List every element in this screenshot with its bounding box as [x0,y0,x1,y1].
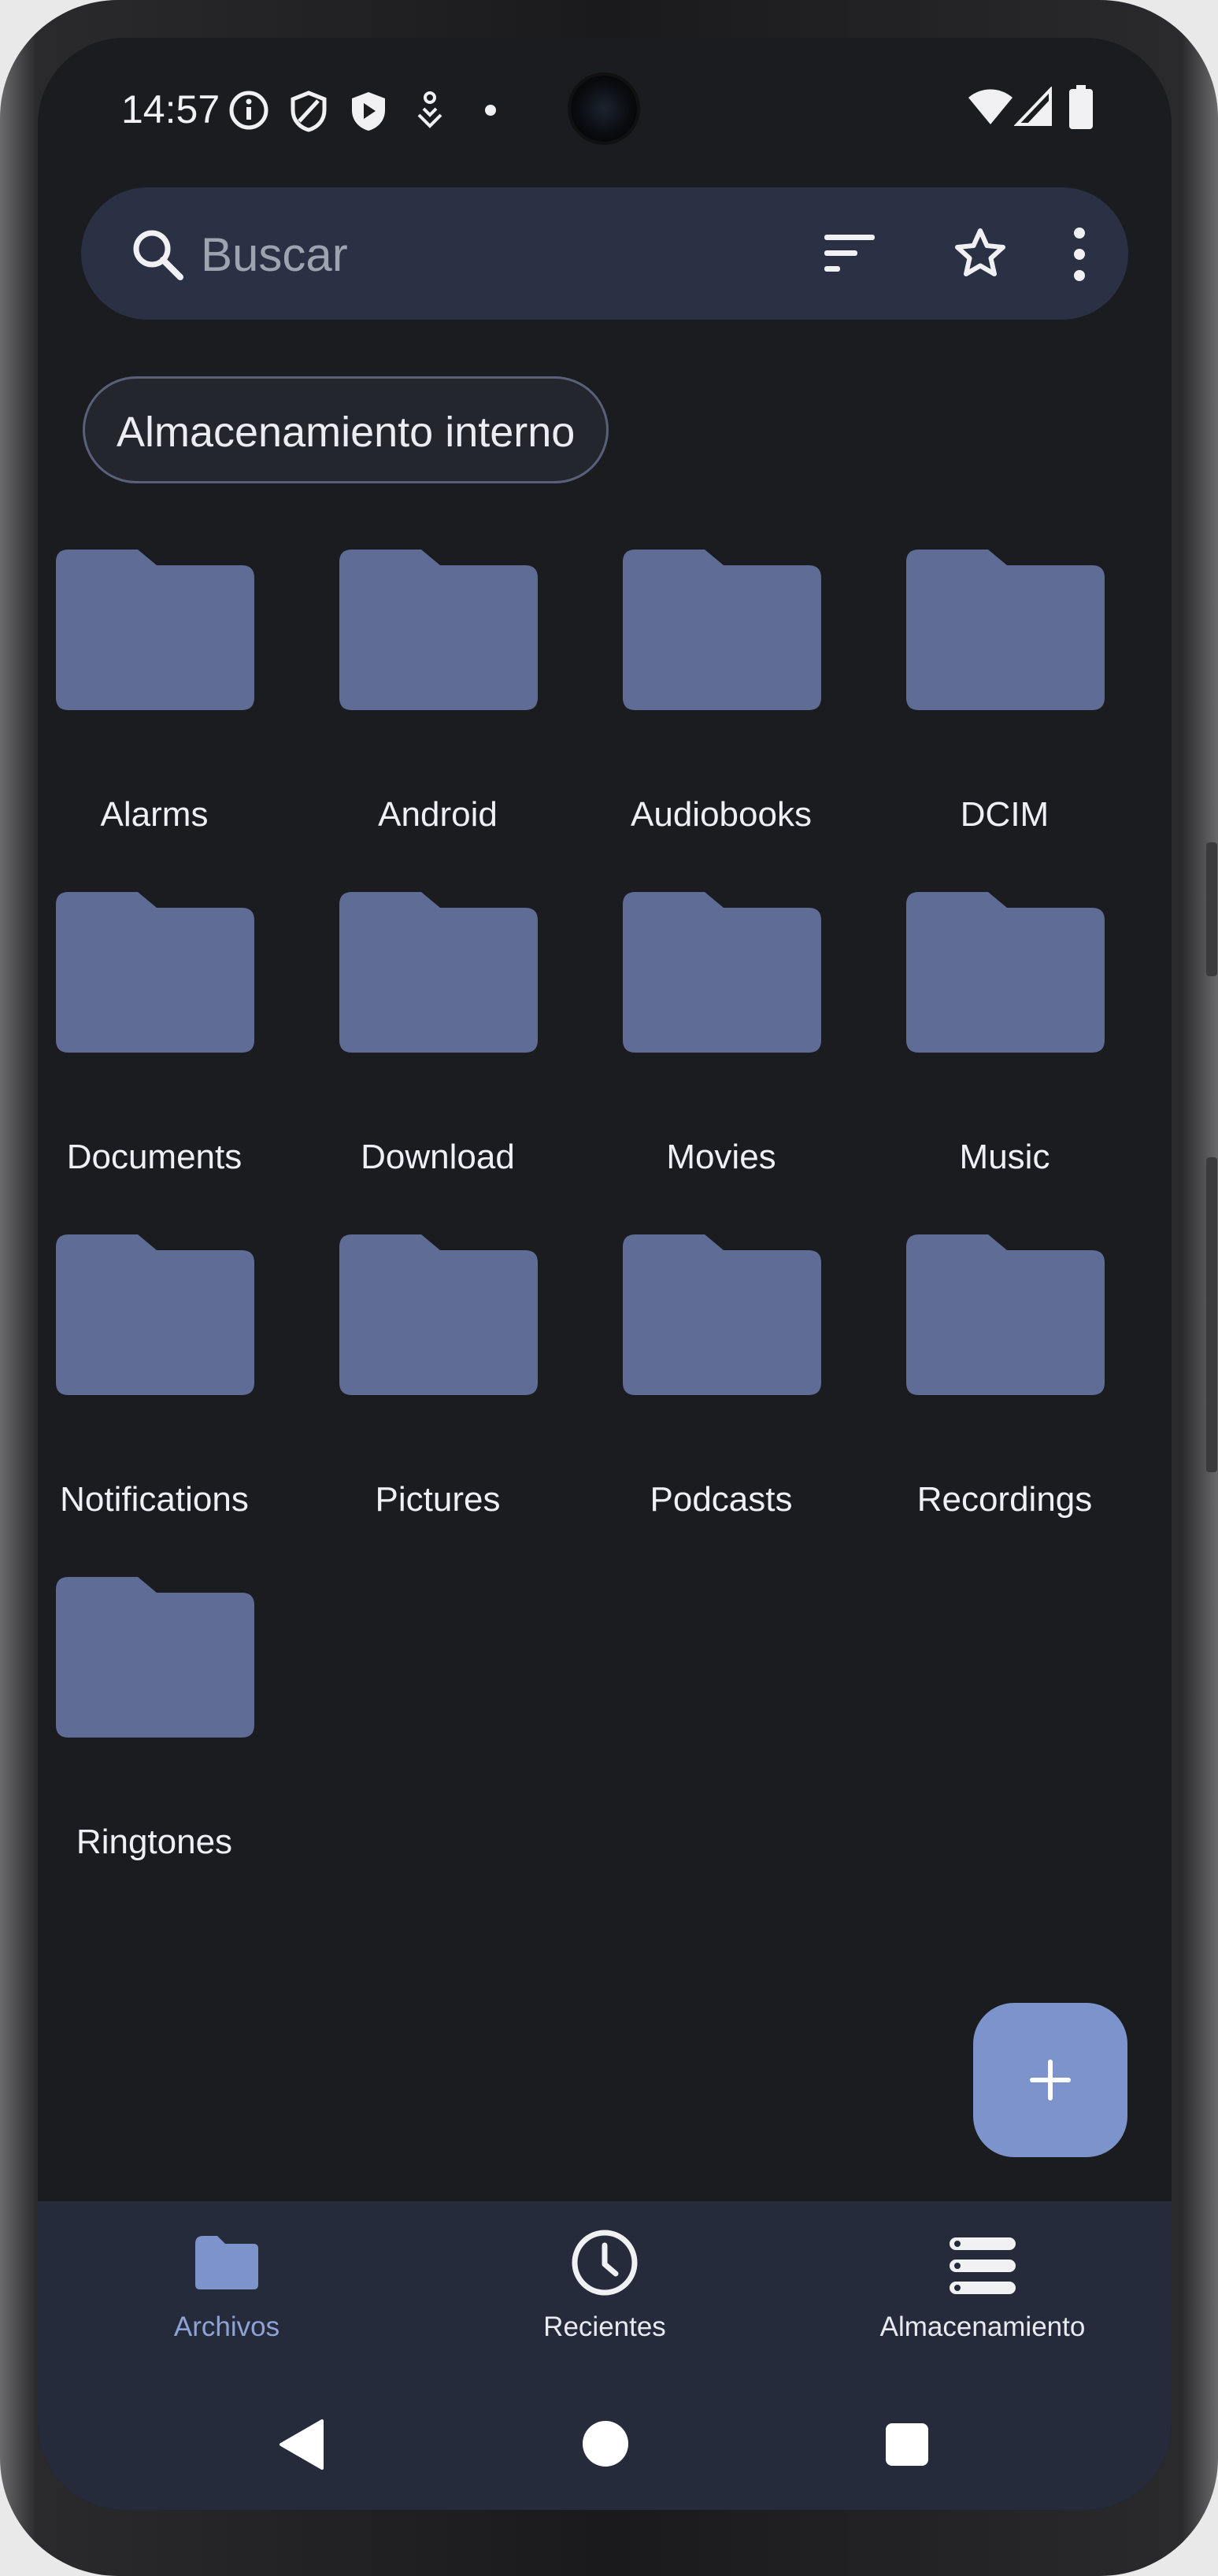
folder-name: Ringtones [76,1823,233,1861]
folder-item[interactable]: Ringtones [38,1577,272,1892]
power-button [1206,1157,1217,1472]
signal-icon [1014,87,1052,126]
folder-item[interactable]: Podcasts [603,1234,839,1549]
notification-dot-icon [485,105,496,116]
folder-icon [623,1234,821,1395]
shield-outline-icon [291,91,327,132]
home-icon[interactable] [581,2419,630,2468]
status-bar: 14:57 [38,38,1172,187]
location-person-icon [417,91,442,128]
back-icon[interactable] [278,2419,325,2470]
folder-item[interactable]: Music [887,892,1123,1207]
folder-name: Alarms [100,795,209,834]
folder-item[interactable]: Alarms [38,550,272,864]
folder-name: Music [959,1138,1050,1176]
folder-name: DCIM [960,795,1050,834]
storage-location-chip[interactable]: Almacenamiento interno [83,376,609,483]
folder-item[interactable]: Documents [38,892,272,1207]
info-icon [229,91,268,130]
wifi-icon [968,89,1013,124]
folder-name: Audiobooks [631,795,812,834]
folder-icon [906,892,1105,1053]
front-camera [571,76,637,142]
folder-icon [56,1234,254,1395]
search-icon[interactable] [130,227,185,282]
clock-icon [572,2230,638,2296]
folder-item[interactable]: Recordings [887,1234,1123,1549]
nav-item-recientes[interactable]: Recientes [416,2201,794,2376]
folder-name: Pictures [375,1480,501,1519]
folder-item[interactable]: Pictures [320,1234,556,1549]
folder-icon [56,1577,254,1738]
screen: 14:57 Buscar Almacenamiento interno Alar… [38,38,1172,2510]
folder-icon [195,2236,258,2289]
phone-frame: 14:57 Buscar Almacenamiento interno Alar… [0,0,1218,2576]
system-navigation-bar [38,2376,1172,2510]
status-time: 14:57 [121,87,220,131]
nav-item-almacenamiento[interactable]: Almacenamiento [794,2201,1172,2376]
volume-button [1206,842,1217,976]
folder-name: Android [378,795,498,834]
folder-icon [906,1234,1105,1395]
folder-item[interactable]: Audiobooks [603,550,839,864]
folder-icon [623,550,821,710]
create-new-fab[interactable] [973,2003,1127,2157]
search-input[interactable] [199,214,643,294]
folder-icon [623,892,821,1053]
more-vert-icon[interactable] [1072,227,1087,282]
nav-label: Almacenamiento [879,2311,1086,2342]
folder-name: Notifications [60,1480,249,1519]
folder-item[interactable]: Android [320,550,556,864]
storage-icon [950,2237,1016,2294]
star-icon[interactable] [953,227,1007,280]
folder-name: Download [361,1138,515,1176]
bottom-navigation: Archivos Recientes Almacenamiento [38,2201,1172,2376]
nav-label: Recientes [543,2311,666,2342]
folder-name: Recordings [916,1480,1093,1519]
folder-icon [56,550,254,710]
folder-name: Movies [666,1138,776,1176]
folder-item[interactable]: Notifications [38,1234,272,1549]
folder-icon [56,892,254,1053]
plus-icon [1030,2060,1071,2100]
recents-icon[interactable] [884,2422,930,2467]
nav-label: Archivos [173,2311,280,2342]
folder-name: Podcasts [650,1480,793,1519]
folder-icon [339,892,538,1053]
folder-item[interactable]: DCIM [887,550,1123,864]
folder-icon [339,550,538,710]
folder-item[interactable]: Download [320,892,556,1207]
sort-icon[interactable] [823,231,878,276]
folder-icon [339,1234,538,1395]
folder-name: Documents [66,1138,242,1176]
battery-icon [1069,85,1093,129]
nav-item-archivos[interactable]: Archivos [38,2201,416,2376]
folder-icon [906,550,1105,710]
folder-item[interactable]: Movies [603,892,839,1207]
shield-play-icon [352,92,385,131]
search-bar [81,187,1128,320]
